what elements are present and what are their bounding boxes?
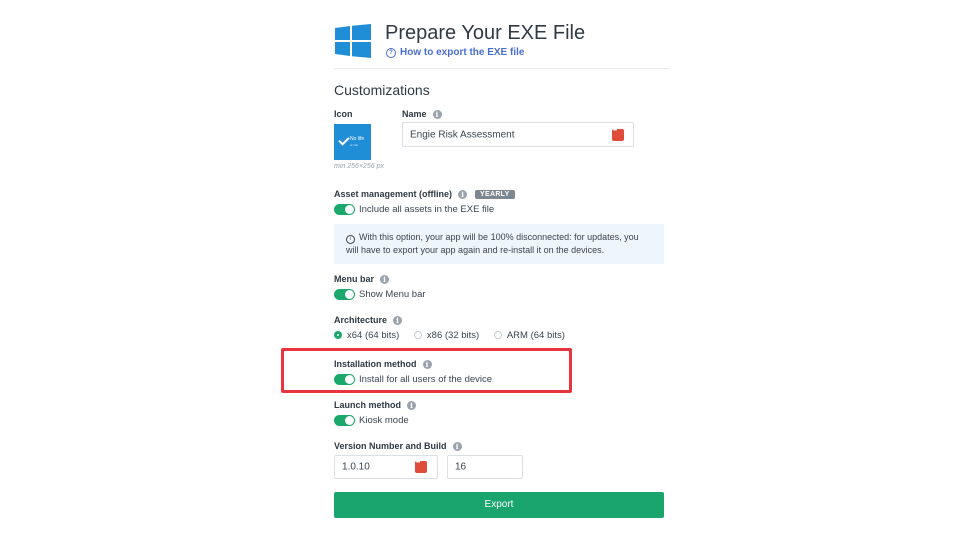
icon-thumb-subtext: at risk: [350, 143, 359, 147]
launch-method-label-text: Launch method: [334, 400, 401, 410]
arch-option-x86[interactable]: x86 (32 bits): [413, 330, 480, 341]
asset-management-toggle[interactable]: [334, 204, 355, 215]
info-icon[interactable]: i: [458, 190, 468, 199]
icon-min-size: min 256×256 px: [334, 163, 385, 170]
menu-bar-toggle-row: Show Menu bar: [334, 289, 426, 300]
windows-logo-icon: [335, 24, 371, 58]
export-button[interactable]: Export: [334, 492, 664, 518]
launch-method-toggle-row: Kiosk mode: [334, 415, 409, 426]
arch-option-arm[interactable]: ARM (64 bits): [493, 330, 565, 341]
menu-bar-label-text: Menu bar: [334, 274, 375, 284]
asset-management-label: Asset management (offline) i YEARLY: [334, 189, 515, 199]
architecture-options: x64 (64 bits) x86 (32 bits) ARM (64 bits…: [334, 330, 577, 341]
architecture-label: Architecture i: [334, 315, 403, 325]
info-icon[interactable]: i: [432, 110, 442, 119]
asset-management-label-text: Asset management (offline): [334, 189, 453, 199]
asset-management-toggle-row: Include all assets in the EXE file: [334, 204, 494, 215]
version-label: Version Number and Build i: [334, 441, 462, 451]
radio-unselected[interactable]: [413, 331, 422, 339]
version-label-text: Version Number and Build: [334, 441, 447, 451]
version-number-value: 1.0.10: [342, 461, 370, 473]
section-title: Customizations: [334, 82, 430, 98]
arch-option-label: x64 (64 bits): [347, 330, 400, 341]
radio-unselected[interactable]: [493, 331, 502, 339]
info-icon[interactable]: i: [380, 275, 390, 284]
menu-bar-label: Menu bar i: [334, 274, 390, 284]
arch-option-label: ARM (64 bits): [506, 330, 565, 341]
help-link[interactable]: ? How to export the EXE file: [386, 47, 524, 58]
offline-notice: i With this option, your app will be 100%…: [334, 224, 664, 264]
asset-management-toggle-label: Include all assets in the EXE file: [359, 204, 495, 216]
info-circle-icon: i: [346, 235, 355, 244]
icon-label: Icon: [334, 109, 353, 119]
build-number-input[interactable]: 16: [447, 455, 523, 479]
app-icon-preview[interactable]: No life at risk: [334, 124, 371, 160]
info-icon[interactable]: i: [452, 442, 462, 451]
architecture-label-text: Architecture: [334, 315, 388, 325]
help-icon: ?: [386, 48, 396, 58]
installation-method-highlight: [281, 348, 572, 393]
notice-line-2: will have to export your app again and r…: [346, 245, 605, 255]
dynamic-text-icon[interactable]: [415, 460, 427, 473]
build-number-value: 16: [455, 461, 467, 473]
arch-option-label: x86 (32 bits): [426, 330, 480, 341]
version-number-input[interactable]: 1.0.10: [334, 455, 438, 479]
name-label-text: Name: [402, 109, 427, 119]
name-input[interactable]: Engie Risk Assessment: [402, 122, 634, 147]
kiosk-mode-toggle-label: Kiosk mode: [359, 415, 409, 427]
menu-bar-toggle[interactable]: [334, 289, 355, 300]
arch-option-x64[interactable]: x64 (64 bits): [334, 330, 399, 341]
launch-method-label: Launch method i: [334, 400, 416, 410]
radio-selected[interactable]: [334, 331, 342, 339]
yearly-badge: YEARLY: [475, 190, 515, 199]
name-input-value: Engie Risk Assessment: [410, 129, 515, 140]
name-label: Name i: [402, 109, 442, 119]
notice-line-1: With this option, your app will be 100% …: [359, 232, 639, 242]
dynamic-text-icon[interactable]: [612, 128, 624, 141]
check-icon: [338, 134, 350, 146]
icon-thumb-text: No life: [350, 136, 365, 142]
kiosk-mode-toggle[interactable]: [334, 415, 355, 426]
page-title: Prepare Your EXE File: [385, 22, 586, 44]
info-icon[interactable]: i: [393, 316, 403, 325]
menu-bar-toggle-label: Show Menu bar: [359, 289, 426, 301]
page-header: Prepare Your EXE File ? How to export the…: [334, 22, 670, 69]
help-link-label: How to export the EXE file: [400, 47, 525, 58]
info-icon[interactable]: i: [407, 401, 416, 410]
